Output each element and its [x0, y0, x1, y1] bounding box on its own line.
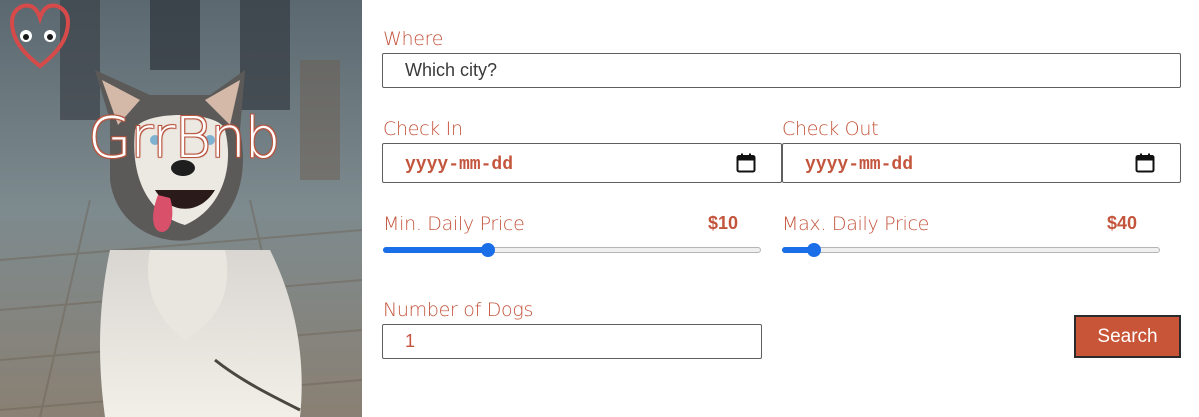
max-price-slider[interactable]: [782, 242, 1160, 258]
check-out-date-input[interactable]: yyyy-mm-dd: [782, 143, 1181, 183]
check-in-label: Check In: [383, 118, 463, 140]
slider-thumb[interactable]: [807, 243, 821, 257]
slider-thumb[interactable]: [481, 243, 495, 257]
grrbnb-logo-icon: [9, 3, 71, 69]
dogs-label: Number of Dogs: [383, 299, 534, 321]
min-price-value: $10: [708, 213, 739, 233]
calendar-icon[interactable]: [736, 153, 756, 173]
max-price-label: Max. Daily Price: [782, 213, 930, 235]
search-page: GrrBnb Where Which city? Check In yyyy-m…: [0, 0, 1199, 417]
check-out-label: Check Out: [782, 118, 879, 140]
where-placeholder: Which city?: [405, 60, 498, 80]
dogs-number-input[interactable]: 1: [382, 324, 762, 359]
brand-title: GrrBnb: [88, 106, 280, 171]
check-in-date-input[interactable]: yyyy-mm-dd: [382, 143, 782, 183]
dogs-value: 1: [405, 331, 416, 351]
slider-fill: [383, 247, 488, 253]
search-button[interactable]: Search: [1074, 315, 1181, 358]
calendar-icon[interactable]: [1135, 153, 1155, 173]
hero-photo: GrrBnb: [0, 0, 362, 417]
where-input[interactable]: Which city?: [382, 53, 1181, 88]
max-price-value: $40: [1107, 213, 1138, 233]
min-price-label: Min. Daily Price: [383, 213, 525, 235]
check-out-placeholder: yyyy-mm-dd: [805, 155, 914, 175]
check-in-placeholder: yyyy-mm-dd: [405, 155, 514, 175]
slider-track: [782, 247, 1160, 253]
where-label: Where: [383, 28, 444, 50]
min-price-slider[interactable]: [383, 242, 761, 258]
